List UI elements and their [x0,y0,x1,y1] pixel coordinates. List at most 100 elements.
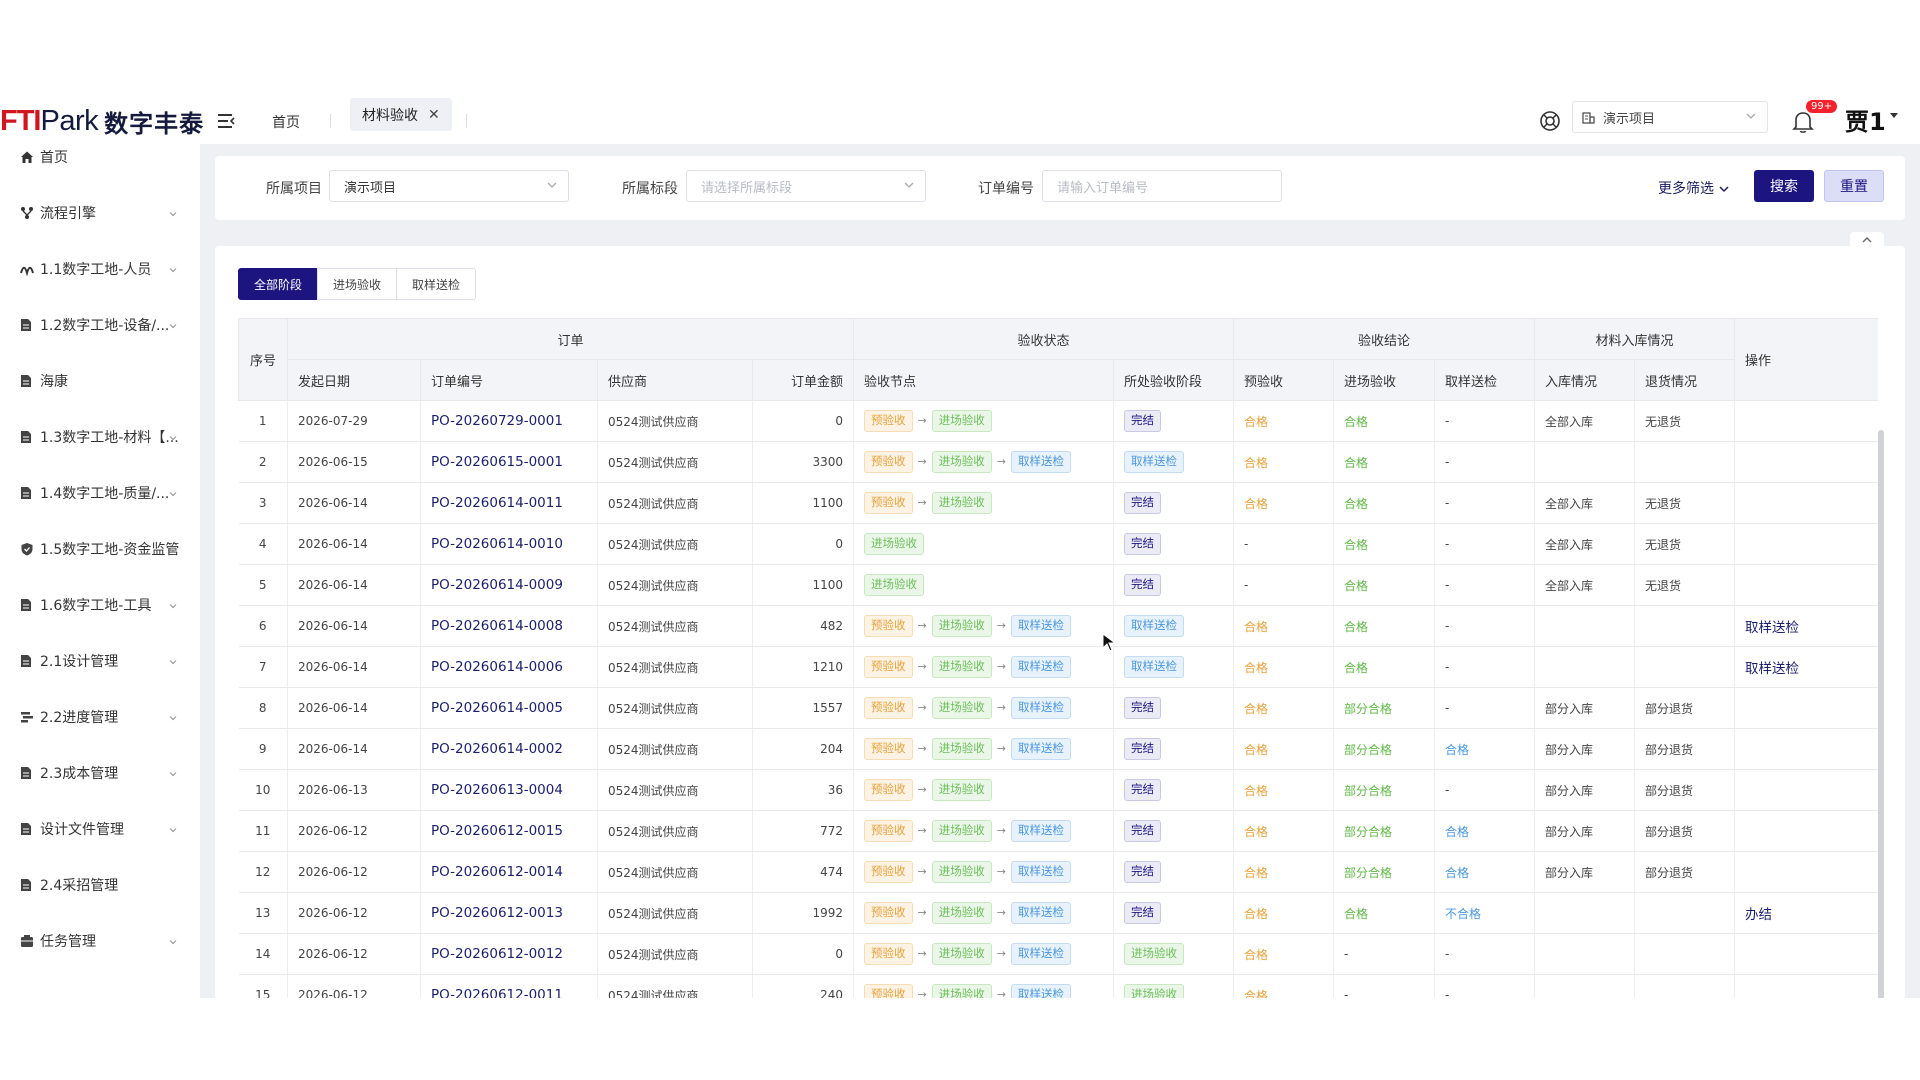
col-date: 发起日期 [287,359,421,401]
table-scroll[interactable]: 序号 订单 验收状态 验收结论 材料入库情况 操作 发起日期 订单编号 供应商 … [238,318,1878,998]
po-link[interactable]: PO-20260614-0011 [420,482,598,524]
more-filter-button[interactable]: 更多筛选 [1658,178,1730,198]
sidebar-item[interactable]: 设计文件管理 [0,814,200,844]
po-link[interactable]: PO-20260612-0012 [420,933,598,975]
po-link[interactable]: PO-20260613-0004 [420,769,598,811]
sidebar-item[interactable]: 任务管理 [0,926,200,956]
po-link[interactable]: PO-20260614-0008 [420,605,598,647]
row-date: 2026-06-14 [287,564,421,606]
table-row[interactable]: 11 2026-06-12 PO-20260612-0015 0524测试供应商 772… [238,810,1878,852]
chevron-down-icon [168,767,178,783]
sidebar-item[interactable]: 首页 [0,142,200,172]
sidebar-item[interactable]: 1.5数字工地-资金监管 [0,534,200,564]
row-stage: 完结 [1113,892,1235,934]
node-tag: 取样送检 [1010,451,1071,473]
action-link[interactable]: 办结 [1745,907,1772,923]
tab-sample-inspection[interactable]: 取样送检 [396,268,477,300]
row-entry-result: 合格 [1333,523,1436,565]
action-link[interactable]: 取样送检 [1745,620,1799,636]
row-action [1734,482,1878,524]
row-nodes: 预验收 → 进场验收 → 取样送检 [853,441,1115,483]
sidebar-item[interactable]: 1.1数字工地-人员 [0,254,200,284]
arrow-right-icon: → [917,742,927,756]
project-select[interactable]: 演示项目 [1572,101,1768,133]
tab-home[interactable]: 首页 [272,112,300,132]
row-entry-result: 部分合格 [1333,728,1436,770]
close-icon[interactable]: ✕ [428,107,440,123]
people-icon [20,262,34,277]
user-name[interactable]: 贾1 [1845,102,1886,137]
order-filter-label: 订单编号 [978,181,1034,197]
arrow-right-icon: → [996,906,1006,920]
tab-entry-acceptance[interactable]: 进场验收 [317,268,398,300]
row-sample-result: - [1434,482,1536,524]
sidebar-item[interactable]: 1.3数字工地-材料【... [0,422,200,452]
menu-fold-icon[interactable] [216,111,236,131]
table-row[interactable]: 9 2026-06-14 PO-20260614-0002 0524测试供应商 204 预… [238,728,1878,770]
node-tag: 预验收 [864,984,913,998]
node-tag: 预验收 [864,943,913,965]
caret-down-icon[interactable] [1890,113,1898,118]
collapse-filter-toggle[interactable] [1850,232,1884,246]
tab-material-acceptance[interactable]: 材料验收 ✕ [350,98,452,131]
sidebar-item[interactable]: 海康 [0,366,200,396]
table-row[interactable]: 10 2026-06-13 PO-20260613-0004 0524测试供应商 36 预… [238,769,1878,811]
po-link[interactable]: PO-20260614-0006 [420,646,598,688]
sidebar-item[interactable]: 1.4数字工地-质量/... [0,478,200,508]
sidebar-item[interactable]: 1.6数字工地-工具 [0,590,200,620]
po-link[interactable]: PO-20260612-0015 [420,810,598,852]
table-row[interactable]: 12 2026-06-12 PO-20260612-0014 0524测试供应商 474… [238,851,1878,893]
po-link[interactable]: PO-20260612-0011 [420,974,598,998]
project-filter-select[interactable]: 演示项目 [329,170,569,202]
row-action [1734,400,1878,442]
po-link[interactable]: PO-20260614-0005 [420,687,598,729]
row-sample-result: - [1434,441,1536,483]
sidebar-item[interactable]: 2.1设计管理 [0,646,200,676]
po-link[interactable]: PO-20260614-0010 [420,523,598,565]
section-filter-select[interactable]: 请选择所属标段 [686,170,926,202]
chevron-down-icon [168,935,178,951]
row-stage: 完结 [1113,523,1235,565]
table-row[interactable]: 15 2026-06-12 PO-20260612-0011 0524测试供应商 240… [238,974,1878,998]
table-row[interactable]: 14 2026-06-12 PO-20260612-0012 0524测试供应商 0 预验… [238,933,1878,975]
sidebar-item[interactable]: 2.2进度管理 [0,702,200,732]
table-row[interactable]: 5 2026-06-14 PO-20260614-0009 0524测试供应商 1100… [238,564,1878,606]
action-link[interactable]: 取样送检 [1745,661,1799,677]
tab-label: 材料验收 [362,107,418,124]
search-button[interactable]: 搜索 [1754,170,1814,202]
table-row[interactable]: 8 2026-06-14 PO-20260614-0005 0524测试供应商 1557… [238,687,1878,729]
row-index: 5 [238,564,288,606]
po-link[interactable]: PO-20260614-0009 [420,564,598,606]
tab-all-stages[interactable]: 全部阶段 [238,268,319,300]
po-link[interactable]: PO-20260612-0013 [420,892,598,934]
node-tag: 进场验收 [931,820,992,842]
table-row[interactable]: 7 2026-06-14 PO-20260614-0006 0524测试供应商 1210… [238,646,1878,688]
node-tag: 进场验收 [864,533,925,555]
sidebar-item[interactable]: 2.3成本管理 [0,758,200,788]
po-link[interactable]: PO-20260612-0014 [420,851,598,893]
sidebar-item[interactable]: 流程引擎 [0,198,200,228]
table-row[interactable]: 13 2026-06-12 PO-20260612-0013 0524测试供应商 199… [238,892,1878,934]
row-return: 部分退货 [1634,728,1736,770]
row-sample-result: 合格 [1434,851,1536,893]
table-row[interactable]: 1 2026-07-29 PO-20260729-0001 0524测试供应商 0 预验收… [238,400,1878,442]
help-icon[interactable] [1539,110,1561,132]
row-entry-result: 部分合格 [1333,687,1436,729]
table-row[interactable]: 3 2026-06-14 PO-20260614-0011 0524测试供应商 1100… [238,482,1878,524]
row-sample-result: - [1434,933,1536,975]
sidebar-item[interactable]: 1.2数字工地-设备/... [0,310,200,340]
po-link[interactable]: PO-20260614-0002 [420,728,598,770]
row-index: 12 [238,851,288,893]
reset-button[interactable]: 重置 [1824,170,1884,202]
table-row[interactable]: 4 2026-06-14 PO-20260614-0010 0524测试供应商 0 进场验… [238,523,1878,565]
sidebar-item[interactable]: 2.4采招管理 [0,870,200,900]
table-row[interactable]: 2 2026-06-15 PO-20260615-0001 0524测试供应商 3300… [238,441,1878,483]
po-link[interactable]: PO-20260615-0001 [420,441,598,483]
row-action [1734,523,1878,565]
doc-icon [20,822,34,836]
arrow-right-icon: → [917,496,927,510]
table-row[interactable]: 6 2026-06-14 PO-20260614-0008 0524测试供应商 482 预… [238,605,1878,647]
order-number-input[interactable]: 请输入订单编号 [1042,170,1282,202]
po-link[interactable]: PO-20260729-0001 [420,400,598,442]
table-scrollbar[interactable] [1878,430,1884,998]
